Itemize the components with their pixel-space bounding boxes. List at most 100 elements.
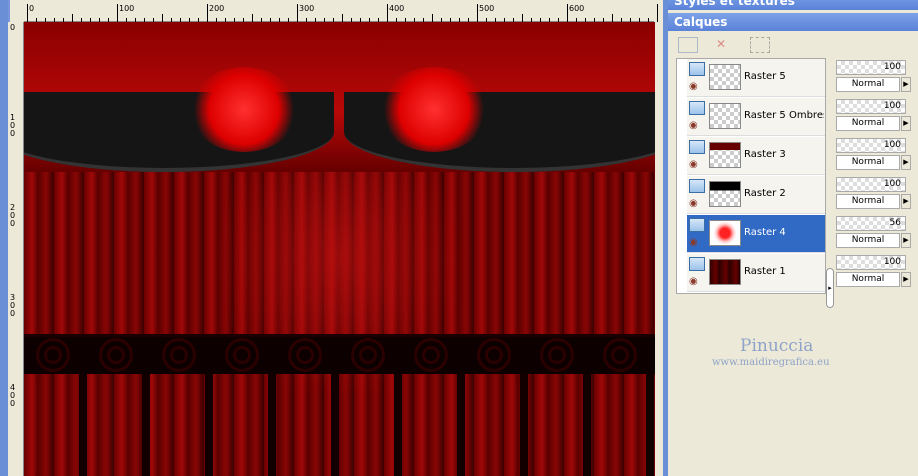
ruler-tick bbox=[342, 14, 343, 22]
curtain-column bbox=[646, 374, 654, 476]
layer-name: Raster 1 bbox=[744, 266, 786, 277]
blend-dropdown-arrow-icon[interactable]: ▶ bbox=[901, 77, 911, 92]
ruler-tick bbox=[297, 4, 298, 22]
spiral-ornament bbox=[99, 338, 133, 372]
ruler-tick bbox=[207, 4, 208, 22]
raster-layer-icon bbox=[689, 101, 705, 115]
styles-panel-title[interactable]: Styles et textures bbox=[668, 0, 918, 10]
new-layer-icon[interactable] bbox=[678, 37, 698, 53]
blend-mode-select[interactable]: Normal bbox=[836, 77, 900, 92]
layer-props-row: 100 Normal ▶ bbox=[834, 58, 918, 96]
ruler-tick bbox=[657, 4, 658, 22]
spiral-ornament bbox=[162, 338, 196, 372]
ruler-tick bbox=[27, 4, 28, 22]
watermark-name: Pinuccia bbox=[740, 336, 814, 356]
ruler-label: 300 bbox=[299, 4, 315, 13]
curtain-column bbox=[331, 374, 339, 476]
horizontal-ruler: 0 100 200 300 400 500 600 bbox=[24, 4, 658, 22]
ruler-tick bbox=[162, 14, 163, 22]
blend-mode-select[interactable]: Normal bbox=[836, 272, 900, 287]
image-canvas[interactable] bbox=[24, 22, 655, 476]
layer-thumbnail bbox=[709, 142, 741, 168]
raster-layer-icon bbox=[689, 179, 705, 193]
ruler-label: 0 bbox=[10, 23, 16, 32]
ruler-label: 0 bbox=[29, 4, 35, 13]
spiral-ornament bbox=[477, 338, 511, 372]
opacity-slider[interactable]: 100 bbox=[836, 60, 906, 75]
spiral-ornament bbox=[288, 338, 322, 372]
blend-mode-select[interactable]: Normal bbox=[836, 233, 900, 248]
blend-mode-select[interactable]: Normal bbox=[836, 155, 900, 170]
blend-dropdown-arrow-icon[interactable]: ▶ bbox=[901, 116, 911, 131]
blend-mode-select[interactable]: Normal bbox=[836, 116, 900, 131]
spiral-ornament bbox=[603, 338, 637, 372]
blend-mode-select[interactable]: Normal bbox=[836, 194, 900, 209]
layer-row[interactable]: ◉ Raster 5 bbox=[687, 59, 825, 97]
layer-row[interactable]: ◉ Raster 1 bbox=[687, 254, 825, 292]
visibility-eye-icon[interactable]: ◉ bbox=[689, 120, 698, 131]
layer-props-row: 100 Normal ▶ bbox=[834, 97, 918, 135]
spiral-ornament bbox=[225, 338, 259, 372]
layer-name: Raster 3 bbox=[744, 149, 786, 160]
opacity-slider[interactable]: 100 bbox=[836, 99, 906, 114]
curtain-column bbox=[79, 374, 87, 476]
mask-icon[interactable] bbox=[750, 37, 770, 53]
layer-props-row: 100 Normal ▶ bbox=[834, 136, 918, 174]
curtain-column bbox=[268, 374, 276, 476]
vertical-ruler: 0 100 200 300 400 bbox=[8, 22, 24, 476]
ruler-label: 200 bbox=[209, 4, 225, 13]
blend-dropdown-arrow-icon[interactable]: ▶ bbox=[901, 233, 911, 248]
blend-dropdown-arrow-icon[interactable]: ▶ bbox=[901, 272, 911, 287]
delete-layer-icon[interactable]: ✕ bbox=[716, 37, 736, 53]
ruler-tick bbox=[117, 4, 118, 22]
ruler-label: 600 bbox=[569, 4, 585, 13]
layer-thumbnail bbox=[709, 259, 741, 285]
ruler-tick bbox=[387, 4, 388, 22]
layer-props-row: 100 Normal ▶ bbox=[834, 175, 918, 213]
layer-name: Raster 2 bbox=[744, 188, 786, 199]
ruler-tick bbox=[432, 14, 433, 22]
layer-row[interactable]: ◉ Raster 2 bbox=[687, 176, 825, 214]
raster-layer-icon bbox=[689, 62, 705, 76]
spiral-ornament bbox=[540, 338, 574, 372]
opacity-slider[interactable]: 100 bbox=[836, 255, 906, 270]
spiral-ornament bbox=[351, 338, 385, 372]
layer-row[interactable]: ◉ Raster 5 Ombres : 1 bbox=[687, 98, 825, 136]
visibility-eye-icon[interactable]: ◉ bbox=[689, 81, 698, 92]
layers-toolbar: ✕ bbox=[668, 34, 918, 56]
curtain-column bbox=[583, 374, 591, 476]
layer-row[interactable]: ◉ Raster 3 bbox=[687, 137, 825, 175]
layer-props-row: 100 Normal ▶ bbox=[834, 253, 918, 291]
blend-dropdown-arrow-icon[interactable]: ▶ bbox=[901, 194, 911, 209]
ruler-label: 100 bbox=[10, 113, 16, 138]
layer-thumbnail bbox=[709, 181, 741, 207]
opacity-slider[interactable]: 100 bbox=[836, 138, 906, 153]
ruler-tick bbox=[522, 14, 523, 22]
ruler-tick bbox=[477, 4, 478, 22]
blend-dropdown-arrow-icon[interactable]: ▶ bbox=[901, 155, 911, 170]
opacity-slider[interactable]: 56 bbox=[836, 216, 906, 231]
visibility-eye-icon[interactable]: ◉ bbox=[689, 159, 698, 170]
layers-panel-title[interactable]: Calques bbox=[668, 13, 918, 31]
layers-panel: Styles et textures Calques ✕ ◉ Raster 5 … bbox=[668, 0, 918, 476]
flower-left bbox=[189, 67, 299, 152]
panel-splitter[interactable]: ▸ bbox=[826, 268, 834, 308]
layer-row[interactable]: ◉ Raster 4 bbox=[687, 215, 825, 253]
visibility-eye-icon[interactable]: ◉ bbox=[689, 276, 698, 287]
raster-layer-icon bbox=[689, 257, 705, 271]
ruler-tick bbox=[72, 14, 73, 22]
ruler-tick bbox=[252, 14, 253, 22]
ruler-label: 100 bbox=[119, 4, 135, 13]
ruler-label: 500 bbox=[479, 4, 495, 13]
layer-props-row: 56 Normal ▶ bbox=[834, 214, 918, 252]
ruler-label: 400 bbox=[10, 383, 16, 408]
visibility-eye-icon[interactable]: ◉ bbox=[689, 237, 698, 248]
curtain-column bbox=[394, 374, 402, 476]
ruler-label: 200 bbox=[10, 203, 16, 228]
flower-right bbox=[379, 67, 489, 152]
visibility-eye-icon[interactable]: ◉ bbox=[689, 198, 698, 209]
layer-name: Raster 5 bbox=[744, 71, 786, 82]
spiral-ornament bbox=[414, 338, 448, 372]
opacity-slider[interactable]: 100 bbox=[836, 177, 906, 192]
layer-thumbnail bbox=[709, 64, 741, 90]
